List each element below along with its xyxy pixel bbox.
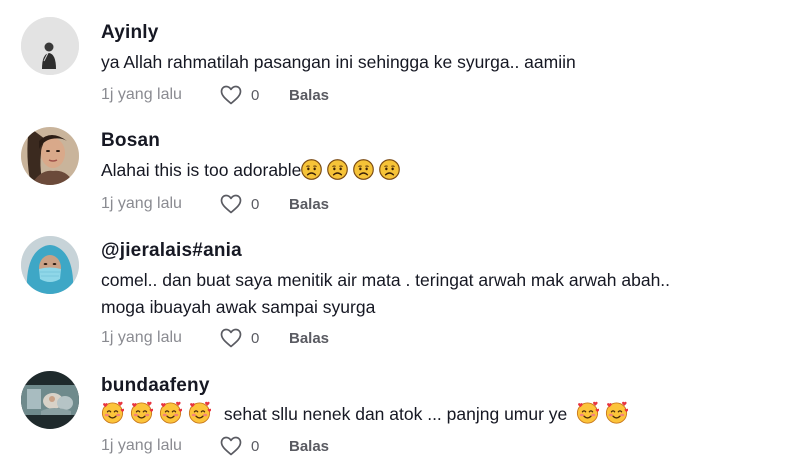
smiling-face-hearts-emoji bbox=[576, 401, 599, 424]
smiling-face-hearts-emoji bbox=[159, 401, 182, 424]
heart-icon[interactable] bbox=[219, 326, 243, 350]
reply-button[interactable]: Balas bbox=[289, 330, 329, 347]
comment-text: Alahai this is too adorable bbox=[101, 157, 402, 183]
reply-button[interactable]: Balas bbox=[289, 196, 329, 213]
smiling-face-hearts-emoji bbox=[130, 401, 153, 424]
avatar[interactable] bbox=[21, 17, 79, 75]
sad-face-emoji bbox=[379, 159, 400, 180]
username[interactable]: Bosan bbox=[101, 130, 160, 152]
comment-time: 1j yang lalu bbox=[101, 86, 182, 103]
comment-meta: 1j yang lalu 0 Balas bbox=[101, 193, 329, 215]
smiling-face-hearts-emoji bbox=[101, 401, 124, 424]
sad-face-emoji bbox=[327, 159, 348, 180]
comment-text: ya Allah rahmatilah pasangan ini sehingg… bbox=[101, 52, 576, 72]
reply-button[interactable]: Balas bbox=[289, 438, 329, 455]
sad-face-emoji bbox=[301, 159, 322, 180]
comment-meta: 1j yang lalu 0 Balas bbox=[101, 327, 329, 349]
reply-button[interactable]: Balas bbox=[289, 87, 329, 104]
comment-time: 1j yang lalu bbox=[101, 195, 182, 212]
sad-face-emoji bbox=[353, 159, 374, 180]
comment-time: 1j yang lalu bbox=[101, 329, 182, 346]
like-count: 0 bbox=[251, 86, 260, 104]
avatar[interactable] bbox=[21, 371, 79, 429]
comment-text-body: Alahai this is too adorable bbox=[101, 160, 302, 180]
smiling-face-hearts-emoji bbox=[188, 401, 211, 424]
like-button[interactable]: 0 bbox=[219, 434, 289, 458]
like-count: 0 bbox=[251, 437, 260, 455]
username[interactable]: @jieralais#ania bbox=[101, 240, 242, 262]
username[interactable]: bundaafeny bbox=[101, 375, 210, 397]
comment-meta: 1j yang lalu 0 Balas bbox=[101, 84, 329, 106]
like-button[interactable]: 0 bbox=[219, 192, 289, 216]
comment-time: 1j yang lalu bbox=[101, 437, 182, 454]
like-count: 0 bbox=[251, 195, 260, 213]
comment-text-body: sehat sllu nenek dan atok ... panjng umu… bbox=[223, 404, 568, 424]
heart-icon[interactable] bbox=[219, 83, 243, 107]
comment-text: sehat sllu nenek dan atok ... panjng umu… bbox=[101, 401, 630, 427]
like-button[interactable]: 0 bbox=[219, 326, 289, 350]
username[interactable]: Ayinly bbox=[101, 22, 159, 44]
smiling-face-hearts-emoji bbox=[605, 401, 628, 424]
heart-icon[interactable] bbox=[219, 434, 243, 458]
like-button[interactable]: 0 bbox=[219, 83, 289, 107]
avatar[interactable] bbox=[21, 236, 79, 294]
comment-text: moga ibuayah awak sampai syurga bbox=[101, 297, 376, 317]
like-count: 0 bbox=[251, 329, 260, 347]
avatar[interactable] bbox=[21, 127, 79, 185]
comment-text: comel.. dan buat saya menitik air mata .… bbox=[101, 270, 671, 290]
heart-icon[interactable] bbox=[219, 192, 243, 216]
comment-meta: 1j yang lalu 0 Balas bbox=[101, 435, 329, 457]
